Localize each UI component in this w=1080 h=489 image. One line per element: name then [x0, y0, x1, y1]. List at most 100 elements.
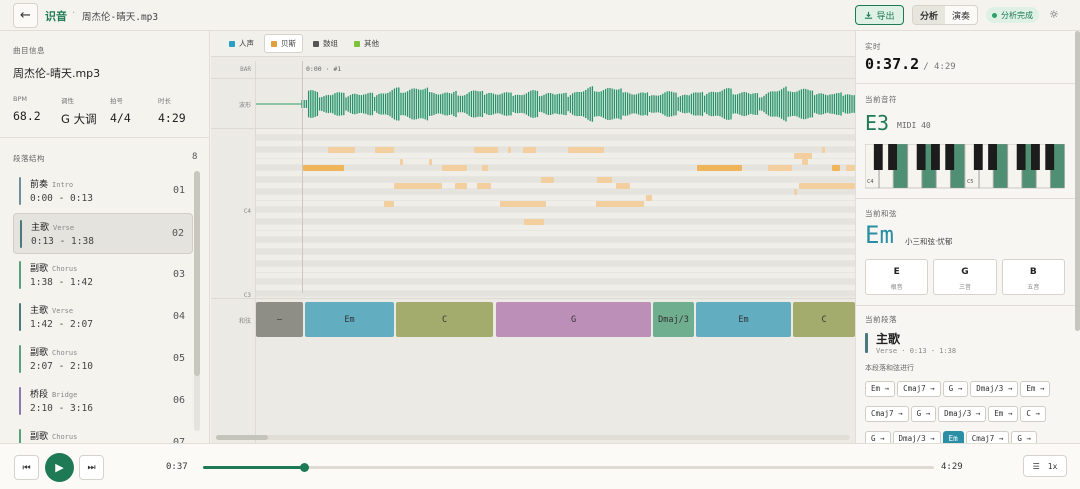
- note-block[interactable]: [482, 165, 488, 171]
- piano-black-key[interactable]: [888, 144, 897, 170]
- legend-item[interactable]: 人声: [223, 35, 260, 52]
- note-block[interactable]: [832, 165, 840, 171]
- sun-icon[interactable]: ☼: [1049, 8, 1059, 21]
- note-block[interactable]: [597, 177, 612, 183]
- note-block[interactable]: [768, 165, 792, 171]
- chord-tone-card[interactable]: G 三音: [933, 259, 997, 295]
- piano-black-key[interactable]: [873, 144, 883, 170]
- piano-black-key[interactable]: [931, 144, 940, 170]
- note-block[interactable]: [794, 153, 812, 159]
- note-block[interactable]: [616, 183, 630, 189]
- chord-tone-card[interactable]: B 五音: [1001, 259, 1065, 295]
- progression-chip[interactable]: G →: [1011, 431, 1037, 443]
- progress-slider[interactable]: [203, 463, 934, 472]
- note-block[interactable]: [568, 147, 604, 153]
- scrollbar-thumb[interactable]: [1075, 31, 1080, 331]
- progress-knob[interactable]: [299, 463, 309, 472]
- status-dot-icon: [992, 12, 997, 18]
- chord-tone-card[interactable]: E 根音: [865, 259, 929, 295]
- piano-roll[interactable]: [256, 129, 855, 299]
- note-block[interactable]: [799, 183, 855, 189]
- section-item[interactable]: 主歌 Verse 1:42 - 2:07 04: [13, 297, 193, 338]
- chord-block[interactable]: G: [496, 302, 651, 337]
- right-panel-scrollbar[interactable]: [1075, 31, 1080, 331]
- waveform[interactable]: [256, 85, 855, 123]
- play-button[interactable]: ▶: [45, 453, 74, 482]
- arrow-left-icon: ←: [20, 8, 31, 23]
- piano-black-key[interactable]: [988, 144, 997, 170]
- note-block[interactable]: [508, 147, 511, 153]
- progression-chip[interactable]: C →: [1020, 406, 1046, 422]
- section-item[interactable]: 副歌 Chorus 2:07 - 2:10 05: [13, 339, 193, 380]
- chord-block[interactable]: Em: [696, 302, 791, 337]
- progression-chip[interactable]: G →: [910, 406, 937, 422]
- progression-chip[interactable]: Cmaj7 →: [865, 406, 909, 422]
- tab-analysis[interactable]: 分析: [913, 6, 945, 24]
- tab-play[interactable]: 演奏: [945, 6, 977, 24]
- note-block[interactable]: [541, 177, 554, 183]
- speed-button[interactable]: ☰ 1x: [1023, 455, 1067, 477]
- note-block[interactable]: [303, 165, 344, 171]
- legend-item[interactable]: 鼓组: [307, 35, 344, 52]
- section-item[interactable]: 前奏 Intro 0:00 - 0:13 01: [13, 171, 193, 212]
- note-block[interactable]: [375, 147, 394, 153]
- note-block[interactable]: [474, 147, 498, 153]
- title-separator: ·: [72, 8, 76, 19]
- scrollbar-thumb[interactable]: [194, 171, 200, 376]
- progression-chip[interactable]: Dmaj/3 →: [970, 381, 1019, 397]
- piano-black-key[interactable]: [973, 144, 983, 170]
- piano-black-key[interactable]: [1016, 144, 1026, 170]
- legend-item[interactable]: 其他: [348, 35, 385, 52]
- note-block[interactable]: [646, 195, 652, 201]
- progression-chip[interactable]: G →: [942, 381, 969, 397]
- section-item[interactable]: 主歌 Verse 0:13 - 1:38 02: [13, 213, 193, 254]
- note-block[interactable]: [822, 147, 825, 153]
- note-block[interactable]: [500, 201, 546, 207]
- progression-chip[interactable]: Em →: [865, 381, 896, 397]
- progression-chip[interactable]: Em →: [1020, 381, 1051, 397]
- export-button[interactable]: 导出: [855, 5, 904, 25]
- scrollbar-thumb[interactable]: [216, 435, 268, 440]
- progression-chip[interactable]: Cmaj7 →: [897, 381, 941, 397]
- chord-block[interactable]: C: [793, 302, 855, 337]
- note-block[interactable]: [524, 219, 544, 225]
- note-block[interactable]: [596, 201, 644, 207]
- chord-block[interactable]: Em: [305, 302, 394, 337]
- progression-chip[interactable]: Em →: [988, 406, 1019, 422]
- piano-black-key[interactable]: [1045, 144, 1055, 170]
- note-block[interactable]: [394, 183, 442, 189]
- note-block[interactable]: [846, 165, 855, 171]
- section-item[interactable]: 副歌 Chorus 07: [13, 423, 193, 443]
- note-block[interactable]: [523, 147, 536, 153]
- note-block[interactable]: [455, 183, 467, 189]
- progression-chip[interactable]: Dmaj/3 →: [892, 431, 941, 443]
- progression-chip[interactable]: Cmaj7 →: [965, 431, 1010, 443]
- timeline-hscrollbar[interactable]: [216, 435, 850, 440]
- section-list-scrollbar[interactable]: [194, 171, 200, 431]
- piano-black-key[interactable]: [916, 144, 926, 170]
- back-button[interactable]: ←: [13, 3, 38, 28]
- chord-block[interactable]: Dmaj/3: [653, 302, 694, 337]
- skip-forward-button[interactable]: ⏭: [79, 455, 104, 480]
- section-item[interactable]: 副歌 Chorus 1:38 - 1:42 03: [13, 255, 193, 296]
- progression-chip[interactable]: G →: [865, 431, 891, 443]
- progression-chip[interactable]: Dmaj/3 →: [938, 406, 987, 422]
- note-block[interactable]: [384, 201, 394, 207]
- piano-black-key[interactable]: [945, 144, 955, 170]
- note-block[interactable]: [697, 165, 742, 171]
- skip-back-button[interactable]: ⏮: [14, 455, 39, 480]
- piano-keyboard[interactable]: C4 C5: [865, 144, 1065, 189]
- legend-item[interactable]: 贝斯: [264, 34, 303, 53]
- note-block[interactable]: [477, 183, 491, 189]
- note-block[interactable]: [328, 147, 355, 153]
- note-block[interactable]: [442, 165, 467, 171]
- piano-black-key[interactable]: [1031, 144, 1040, 170]
- chord-block[interactable]: C: [396, 302, 493, 337]
- section-item[interactable]: 桥段 Bridge 2:10 - 3:16 06: [13, 381, 193, 422]
- note-block[interactable]: [794, 189, 797, 195]
- note-block[interactable]: [400, 159, 403, 165]
- note-block[interactable]: [802, 159, 808, 165]
- progression-chip[interactable]: Em: [942, 431, 964, 443]
- note-block[interactable]: [429, 159, 432, 165]
- chord-block[interactable]: —: [256, 302, 303, 337]
